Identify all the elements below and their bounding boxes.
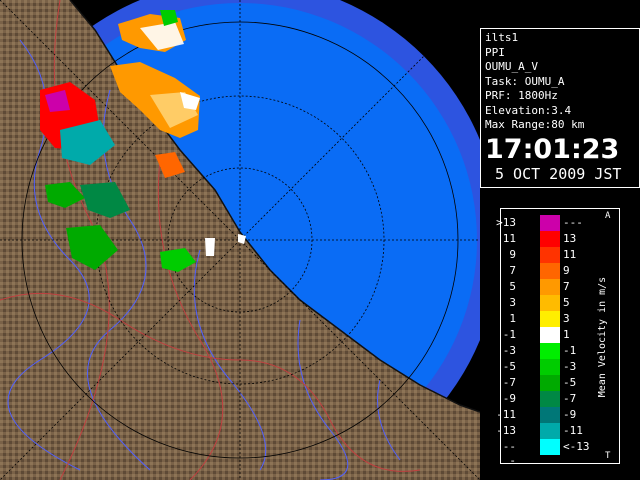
legend-row: -5 -3 [501,359,601,375]
legend-title: Mean Velocity in m/s [597,276,608,398]
legend-low: -3 [502,344,516,357]
legend-high: 1 [563,328,570,341]
legend-row: 5 7 [501,279,601,295]
legend-swatch [540,375,560,391]
legend-low: 9 [509,248,516,261]
legend-high: -1 [563,344,577,357]
legend-swatch [540,215,560,231]
elevation-label: Elevation:3.4 [485,103,572,117]
legend-swatch [540,407,560,423]
legend-high: 11 [563,248,577,261]
legend-row: -13 -11 [496,423,601,439]
legend-swatch [540,359,560,375]
legend-high: 9 [563,264,570,277]
legend-low: >13 [496,216,516,229]
legend-swatch [540,343,560,359]
legend-high: 7 [563,280,570,293]
legend-high: <-13 [563,440,590,453]
max-range-label: Max Range:80 km [485,118,585,131]
legend-swatch [540,423,560,439]
legend-row: 3 5 [501,295,601,311]
legend-cap-bottom: T [605,451,611,461]
legend-low: -11 [496,408,516,421]
legend-low: 11 [502,232,516,245]
legend-cap-top: A [605,211,611,221]
legend-swatch [540,327,560,343]
legend-swatch [540,295,560,311]
legend-row: --- <-13 [501,439,601,467]
legend-row: 11 13 [501,231,601,247]
legend-high: 13 [563,232,577,245]
legend-swatch [540,439,560,455]
legend-swatch [540,391,560,407]
legend-high: -5 [563,376,577,389]
legend-low: -9 [502,392,516,405]
legend-row: -9 -7 [501,391,601,407]
scan-info-panel: ilts1 PPI OUMU_A_V Task: OUMU_A PRF: 180… [480,28,640,188]
legend-high: --- [563,216,583,229]
legend-row: -1 1 [501,327,601,343]
radar-name: ilts1 [485,31,519,44]
legend-swatch [540,247,560,263]
legend-row: >13 --- [496,215,601,231]
legend-high: -9 [563,408,577,421]
velocity-legend: >13 --- 11 13 9 11 7 9 5 7 3 5 1 3 -1 1 … [496,208,620,467]
legend-low: 3 [509,296,516,309]
legend-swatch [540,311,560,327]
legend-low: -5 [502,360,516,373]
legend-low: 1 [509,312,516,325]
legend-swatch [540,231,560,247]
scan-date: 5 OCT 2009 JST [495,164,622,183]
legend-row: 7 9 [501,263,601,279]
legend-row: -11 -9 [496,407,601,423]
scan-time: 17:01:23 [485,133,620,165]
legend-row: 9 11 [501,247,601,263]
legend-swatch [540,263,560,279]
legend-swatch [540,279,560,295]
product-type: PPI [485,45,505,59]
legend-low: 7 [509,264,516,277]
legend-low: -7 [502,376,516,389]
legend-high: -7 [563,392,577,405]
legend-low: --- [502,440,516,467]
product-id: OUMU_A_V [485,60,538,73]
prf-label: PRF: 1800Hz [485,89,558,102]
legend-title-wrap: Mean Velocity in m/s [595,247,615,427]
legend-row: -7 -5 [501,375,601,391]
legend-row: 1 3 [501,311,601,327]
legend-low: -1 [502,328,516,341]
radar-map[interactable] [0,0,480,480]
legend-high: 5 [563,296,570,309]
legend-high: -11 [563,424,583,437]
legend-low: 5 [509,280,516,293]
legend-row: -3 -1 [501,343,601,359]
legend-low: -13 [496,424,516,437]
legend-high: -3 [563,360,577,373]
task-label: Task: OUMU_A [485,74,565,88]
legend-high: 3 [563,312,570,325]
